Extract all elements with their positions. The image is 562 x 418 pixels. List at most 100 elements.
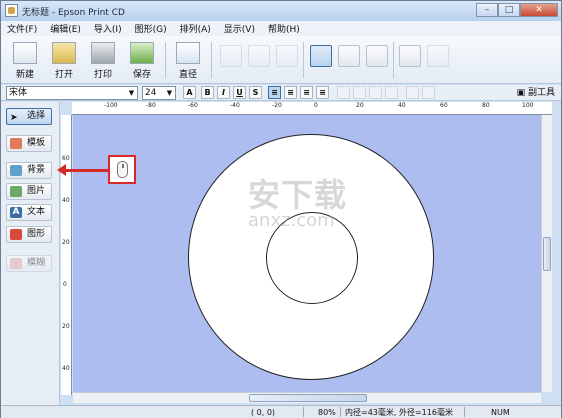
cursor-coordinates: ( 0, 0) [251, 408, 276, 417]
select-tool-button[interactable]: ➤ 选择 [6, 108, 52, 125]
secondary-tools-button[interactable]: ▣ 副工具 [517, 86, 555, 100]
maximize-icon[interactable]: □ [498, 3, 520, 17]
text-color-icon[interactable]: A [183, 86, 196, 99]
justify-icon[interactable]: ≡ [316, 86, 329, 99]
title-bar: 无标题 - Epson Print CD – □ ✕ [1, 1, 561, 21]
menu-bar: 文件(F) 编辑(E) 导入(I) 图形(G) 排列(A) 显示(V) 帮助(H… [1, 21, 561, 36]
ruler-tick-label: -80 [146, 102, 156, 109]
arrange-icon[interactable] [369, 86, 382, 99]
app-icon [5, 4, 18, 17]
redo-icon[interactable] [248, 45, 270, 67]
main-toolbar: 新建 打开 打印 保存 直径 [1, 36, 561, 84]
save-icon [130, 42, 154, 64]
open-label: 打开 [54, 70, 73, 80]
zoom-out-icon[interactable] [366, 45, 388, 67]
status-divider [303, 407, 304, 417]
image-tool-button[interactable]: 图片 [6, 183, 52, 200]
arrange-icon[interactable] [353, 86, 366, 99]
toolbar-separator [393, 42, 394, 78]
ruler-tick-label: -40 [230, 102, 240, 109]
image-label: 图片 [27, 186, 46, 196]
ruler-tick-label: -100 [104, 102, 118, 109]
left-toolbar: ➤ 选择 模板 背景 图片 A 文本 图形 模糊 [1, 102, 60, 405]
status-bar: ( 0, 0) 80% 内径=43毫米, 外径=116毫米 NUM [1, 405, 561, 418]
status-divider [464, 407, 465, 417]
bold-button[interactable]: B [201, 86, 214, 99]
blur-tool-button[interactable]: 模糊 [6, 255, 52, 272]
menu-import[interactable]: 导入(I) [94, 22, 122, 35]
background-label: 背景 [27, 165, 46, 175]
zoom-level: 80% [318, 408, 336, 417]
horizontal-scrollbar[interactable] [73, 392, 541, 403]
new-document-icon [13, 42, 37, 64]
arrange-icon[interactable] [385, 86, 398, 99]
template-icon [10, 138, 22, 149]
new-button[interactable]: 新建 [7, 40, 43, 82]
align-right-icon[interactable]: ≡ [300, 86, 313, 99]
ruler-tick-label: 80 [482, 102, 490, 109]
printer-icon [91, 42, 115, 64]
watermark-url: anxz.com [248, 210, 335, 231]
horizontal-scroll-thumb[interactable] [249, 394, 367, 402]
menu-help[interactable]: 帮助(H) [268, 22, 300, 35]
align-left-icon[interactable]: ≡ [268, 86, 281, 99]
font-select[interactable]: 宋体 ▼ [6, 86, 138, 100]
flip-icon[interactable] [406, 86, 419, 99]
font-size-value: 24 [145, 88, 157, 98]
text-label: 文本 [27, 207, 46, 217]
ruler-tick-label: 60 [62, 155, 70, 162]
save-button[interactable]: 保存 [124, 40, 160, 82]
menu-arrange[interactable]: 排列(A) [180, 22, 211, 35]
shape-label: 图形 [27, 229, 46, 239]
ruler-tick-label: 40 [62, 197, 70, 204]
select-label: 选择 [27, 111, 46, 121]
mouse-icon [117, 161, 128, 178]
image-icon [10, 186, 22, 197]
ruler-tick-label: 20 [62, 323, 70, 330]
text-icon: A [10, 207, 22, 218]
horizontal-ruler: -100 -80 -60 -40 -20 0 20 40 60 80 100 [72, 102, 552, 115]
font-value: 宋体 [9, 88, 28, 98]
toolbar-separator [211, 42, 212, 78]
diameter-button[interactable]: 直径 [170, 40, 206, 82]
open-button[interactable]: 打开 [46, 40, 82, 82]
shape-tool-button[interactable]: 图形 [6, 226, 52, 243]
blur-label: 模糊 [27, 258, 46, 268]
minimize-icon[interactable]: – [476, 3, 498, 17]
save-label: 保存 [132, 70, 151, 80]
underline-button[interactable]: U [233, 86, 246, 99]
cut-icon[interactable] [276, 45, 298, 67]
background-tool-button[interactable]: 背景 [6, 162, 52, 179]
toolbar-separator [165, 42, 166, 78]
print-button[interactable]: 打印 [85, 40, 121, 82]
rotate-icon[interactable] [422, 86, 435, 99]
print-label: 打印 [93, 70, 112, 80]
menu-edit[interactable]: 编辑(E) [50, 22, 81, 35]
ruler-tick-label: 100 [522, 102, 534, 109]
num-lock-indicator: NUM [491, 408, 510, 417]
template-tool-button[interactable]: 模板 [6, 135, 52, 152]
zoom-fit-icon[interactable] [310, 45, 332, 67]
zoom-in-icon[interactable] [338, 45, 360, 67]
text-tool-button[interactable]: A 文本 [6, 204, 52, 221]
chevron-down-icon: ▼ [128, 89, 135, 97]
menu-file[interactable]: 文件(F) [7, 22, 37, 35]
grid-icon[interactable] [399, 45, 421, 67]
vertical-scrollbar[interactable] [541, 115, 552, 392]
window-title: 无标题 - Epson Print CD [22, 8, 125, 18]
arrange-icon[interactable] [337, 86, 350, 99]
align-center-icon[interactable]: ≡ [284, 86, 297, 99]
undo-icon[interactable] [220, 45, 242, 67]
template-label: 模板 [27, 138, 46, 148]
menu-view[interactable]: 显示(V) [224, 22, 255, 35]
shadow-button[interactable]: S [249, 86, 262, 99]
italic-button[interactable]: I [217, 86, 230, 99]
vertical-scroll-thumb[interactable] [543, 237, 551, 271]
disc-diameters: 内径=43毫米, 外径=116毫米 [345, 408, 453, 417]
menu-shape[interactable]: 图形(G) [135, 22, 167, 35]
properties-icon[interactable] [427, 45, 449, 67]
design-canvas[interactable]: 安下载 anxz.com [73, 115, 541, 392]
font-size-select[interactable]: 24 ▼ [142, 86, 176, 100]
close-icon[interactable]: ✕ [520, 3, 558, 17]
toolbar-separator [303, 42, 304, 78]
